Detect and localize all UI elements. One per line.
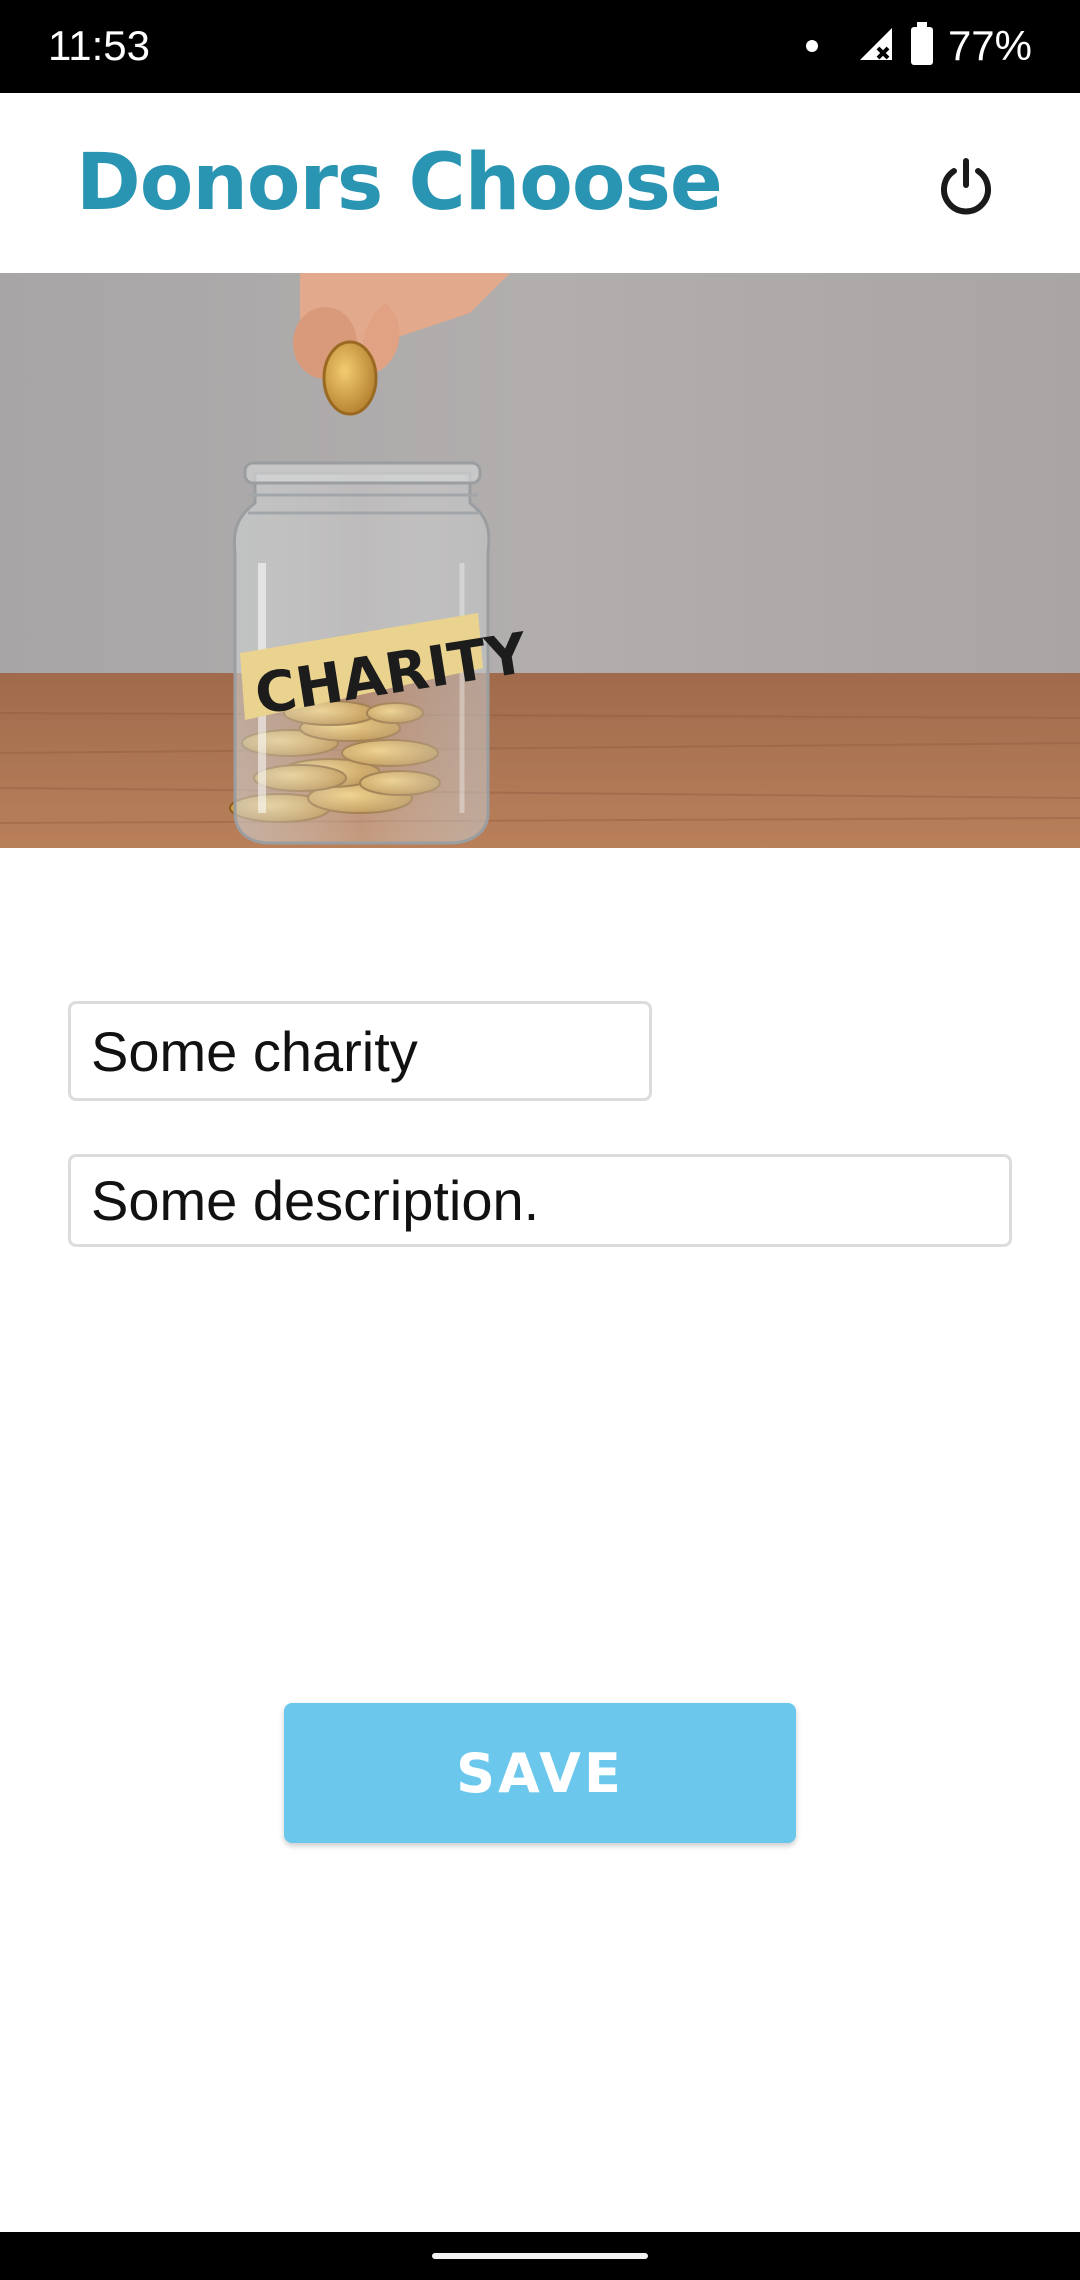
charity-description-input[interactable] bbox=[68, 1154, 1012, 1247]
notification-dot-icon bbox=[805, 40, 818, 52]
app-bar: Donors Choose bbox=[0, 93, 1080, 273]
status-time: 11:53 bbox=[48, 22, 150, 69]
signal-icon bbox=[856, 24, 896, 69]
power-icon bbox=[941, 158, 991, 215]
app-title: Donors Choose bbox=[76, 138, 723, 228]
home-gesture-handle[interactable] bbox=[432, 2253, 648, 2259]
battery-icon bbox=[910, 21, 934, 71]
logout-button[interactable] bbox=[924, 145, 1008, 229]
save-button[interactable]: SAVE bbox=[284, 1703, 796, 1843]
battery-percent: 77% bbox=[947, 22, 1032, 69]
charity-name-input[interactable] bbox=[68, 1001, 652, 1101]
hero-image: CHARITY bbox=[0, 273, 1080, 848]
status-icons: 77% bbox=[805, 18, 1032, 74]
navigation-bar bbox=[0, 2232, 1080, 2280]
status-bar: 11:53 77% bbox=[0, 0, 1080, 93]
